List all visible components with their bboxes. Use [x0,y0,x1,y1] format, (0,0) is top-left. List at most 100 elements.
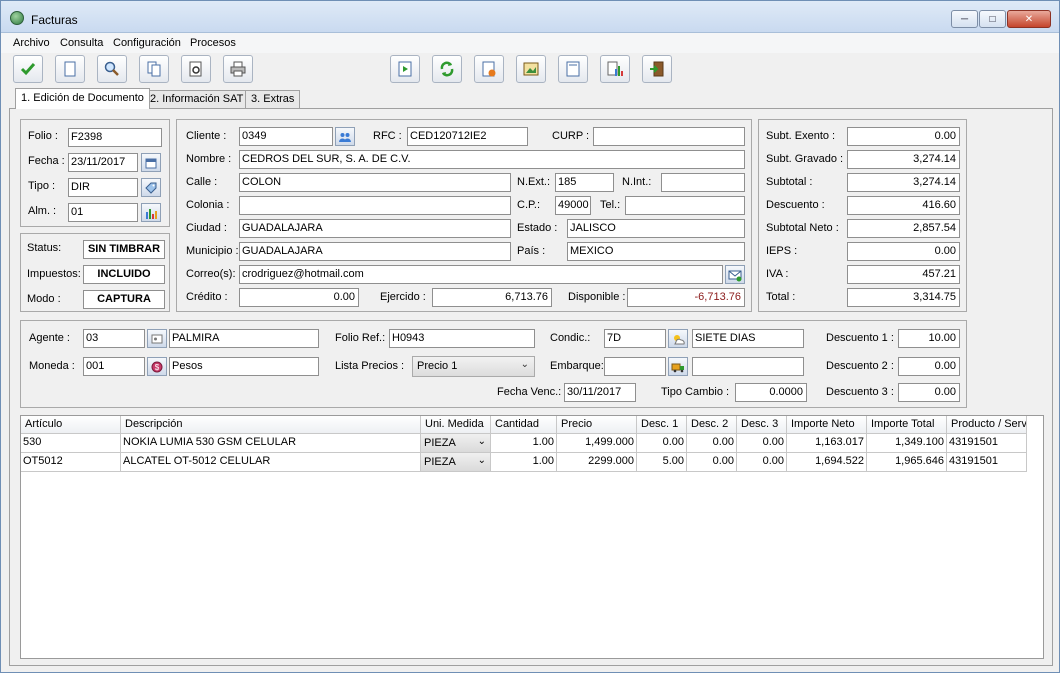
col-articulo[interactable]: Artículo [21,416,121,434]
image-button[interactable] [516,55,546,83]
cell-descripcion[interactable]: NOKIA LUMIA 530 GSM CELULAR [121,434,421,453]
colonia-field[interactable] [239,196,511,215]
cliente-field[interactable]: 0349 [239,127,333,146]
embarque-lookup-button[interactable] [668,357,688,376]
cp-field[interactable]: 49000 [555,196,591,215]
cell-producto-serv[interactable]: 43191501 [947,434,1027,453]
cell-uni-medida-select[interactable]: PIEZA ⌄ [421,453,491,472]
tab-extras[interactable]: 3. Extras [245,90,301,108]
tipo-cambio-field[interactable]: 0.0000 [735,383,807,402]
accept-button[interactable] [13,55,43,83]
menu-configuracion[interactable]: Configuración [113,37,181,49]
exit-button[interactable] [642,55,672,83]
send-email-button[interactable] [725,265,745,284]
ciudad-field[interactable]: GUADALAJARA [239,219,511,238]
report-button[interactable] [600,55,630,83]
nint-field[interactable] [661,173,745,192]
col-importe-neto[interactable]: Importe Neto [787,416,867,434]
fecha-venc-field[interactable]: 30/11/2017 [564,383,636,402]
cell-descripcion[interactable]: ALCATEL OT-5012 CELULAR [121,453,421,472]
cell-importe-neto[interactable]: 1,694.522 [787,453,867,472]
descuento2-field[interactable]: 0.00 [898,357,960,376]
cell-articulo[interactable]: OT5012 [21,453,121,472]
cell-desc1[interactable]: 0.00 [637,434,687,453]
cell-cantidad[interactable]: 1.00 [491,453,557,472]
cancel-document-button[interactable] [474,55,504,83]
cliente-lookup-button[interactable] [335,127,355,146]
cell-desc1[interactable]: 5.00 [637,453,687,472]
tel-field[interactable] [625,196,745,215]
cell-desc3[interactable]: 0.00 [737,434,787,453]
tipo-lookup-button[interactable] [141,178,161,197]
cell-cantidad[interactable]: 1.00 [491,434,557,453]
cell-importe-neto[interactable]: 1,163.017 [787,434,867,453]
embarque-field[interactable] [604,357,666,376]
condic-field[interactable]: 7D [604,329,666,348]
cell-desc3[interactable]: 0.00 [737,453,787,472]
new-button[interactable] [55,55,85,83]
minimize-button[interactable]: ─ [951,10,978,28]
descuento-value: 416.60 [847,196,960,215]
cell-producto-serv[interactable]: 43191501 [947,453,1027,472]
tab-edicion-documento[interactable]: 1. Edición de Documento [15,88,150,109]
descuento1-field[interactable]: 10.00 [898,329,960,348]
rfc-field[interactable]: CED120712IE2 [407,127,528,146]
calle-field[interactable]: COLON [239,173,511,192]
refresh-button[interactable] [432,55,462,83]
agente-lookup-button[interactable] [147,329,167,348]
cell-uni-medida-select[interactable]: PIEZA ⌄ [421,434,491,453]
correo-field[interactable]: crodriguez@hotmail.com [239,265,723,284]
menu-archivo[interactable]: Archivo [13,37,50,49]
folio-field[interactable]: F2398 [68,128,162,147]
checkmark-icon [20,63,36,76]
cell-importe-total[interactable]: 1,965.646 [867,453,947,472]
search-button[interactable] [97,55,127,83]
descuento3-field[interactable]: 0.00 [898,383,960,402]
app-icon [10,11,24,25]
estado-field[interactable]: JALISCO [567,219,745,238]
cell-articulo[interactable]: 530 [21,434,121,453]
lista-precios-select[interactable]: Precio 1 ⌄ [412,356,535,377]
pais-field[interactable]: MEXICO [567,242,745,261]
col-precio[interactable]: Precio [557,416,637,434]
condic-lookup-button[interactable] [668,329,688,348]
calendar-button[interactable] [141,153,161,172]
close-button[interactable]: ✕ [1007,10,1051,28]
col-uni-medida[interactable]: Uni. Medida [421,416,491,434]
blank-document-button[interactable] [558,55,588,83]
col-descripcion[interactable]: Descripción [121,416,421,434]
copy-button[interactable] [139,55,169,83]
cell-desc2[interactable]: 0.00 [687,434,737,453]
moneda-lookup-button[interactable]: $ [147,357,167,376]
col-desc1[interactable]: Desc. 1 [637,416,687,434]
cell-desc2[interactable]: 0.00 [687,453,737,472]
menu-consulta[interactable]: Consulta [60,37,103,49]
cell-precio[interactable]: 2299.000 [557,453,637,472]
alm-field[interactable]: 01 [68,203,138,222]
articulos-grid[interactable]: Artículo Descripción Uni. Medida Cantida… [20,415,1044,659]
tipo-field[interactable]: DIR [68,178,138,197]
menu-procesos[interactable]: Procesos [190,37,236,49]
cell-importe-total[interactable]: 1,349.100 [867,434,947,453]
col-cantidad[interactable]: Cantidad [491,416,557,434]
maximize-button[interactable]: □ [979,10,1006,28]
col-importe-total[interactable]: Importe Total [867,416,947,434]
folio-ref-field[interactable]: H0943 [389,329,535,348]
fecha-field[interactable]: 23/11/2017 [68,153,138,172]
preview-button[interactable] [181,55,211,83]
col-desc2[interactable]: Desc. 2 [687,416,737,434]
next-field[interactable]: 185 [555,173,614,192]
cell-precio[interactable]: 1,499.000 [557,434,637,453]
play-button[interactable] [390,55,420,83]
moneda-field[interactable]: 001 [83,357,145,376]
nombre-field[interactable]: CEDROS DEL SUR, S. A. DE C.V. [239,150,745,169]
tab-informacion-sat[interactable]: 2. Información SAT [144,90,250,108]
agente-field[interactable]: 03 [83,329,145,348]
col-desc3[interactable]: Desc. 3 [737,416,787,434]
chevron-down-icon: ⌄ [520,359,529,370]
municipio-field[interactable]: GUADALAJARA [239,242,511,261]
col-producto-serv[interactable]: Producto / Serv [947,416,1027,434]
print-button[interactable] [223,55,253,83]
curp-field[interactable] [593,127,745,146]
alm-lookup-button[interactable] [141,203,161,222]
